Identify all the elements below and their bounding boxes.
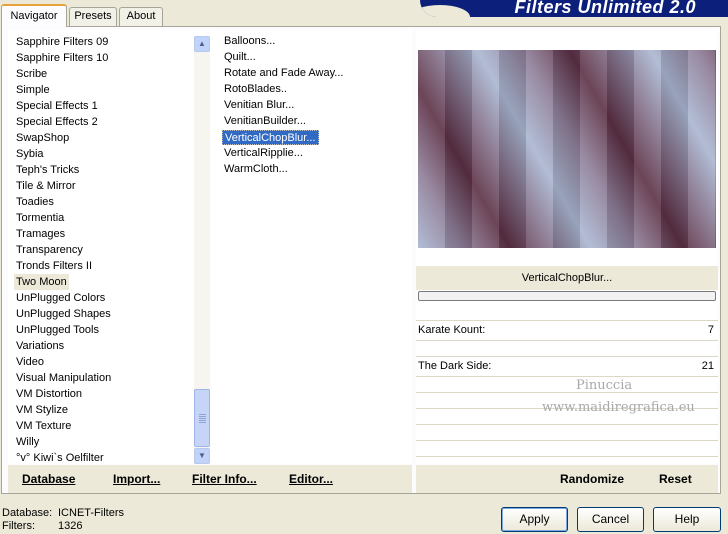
category-item[interactable]: Sapphire Filters 09 <box>14 34 110 50</box>
tab-presets[interactable]: Presets <box>69 7 117 26</box>
cancel-button[interactable]: Cancel <box>577 507 644 532</box>
category-item-selected[interactable]: Two Moon <box>14 274 69 290</box>
status-database-label: Database: <box>2 507 53 519</box>
category-item[interactable]: Sybia <box>14 146 46 162</box>
tab-about[interactable]: About <box>119 7 163 26</box>
reset-button[interactable]: Reset <box>659 472 692 486</box>
category-item[interactable]: Tramages <box>14 226 67 242</box>
editor-button[interactable]: Editor... <box>289 472 333 486</box>
category-item[interactable]: Simple <box>14 82 52 98</box>
param-label-karate-kount: Karate Kount: <box>418 324 486 336</box>
param-value-dark-side[interactable]: 21 <box>702 360 714 372</box>
progress-bar <box>418 291 716 301</box>
category-item[interactable]: Visual Manipulation <box>14 370 113 386</box>
param-divider <box>416 376 718 377</box>
filter-item[interactable]: Quilt... <box>222 50 258 65</box>
watermark-url: www.maidiregrafica.eu <box>542 400 695 415</box>
filter-item[interactable]: Venitian Blur... <box>222 98 296 113</box>
selected-filter-name: VerticalChopBlur... <box>416 266 718 290</box>
param-action-bar: Randomize Reset <box>416 465 718 493</box>
category-item[interactable]: UnPlugged Colors <box>14 290 107 306</box>
status-filters-label: Filters: <box>2 520 35 532</box>
app-banner: Filters Unlimited 2.0 <box>420 0 728 17</box>
category-item[interactable]: Toadies <box>14 194 56 210</box>
category-item[interactable]: Video <box>14 354 46 370</box>
param-divider <box>416 440 718 441</box>
param-divider <box>416 392 718 393</box>
category-item[interactable]: Transparency <box>14 242 85 258</box>
category-item[interactable]: Sapphire Filters 10 <box>14 50 110 66</box>
category-list[interactable]: Sapphire Filters 09 Sapphire Filters 10 … <box>8 30 210 466</box>
category-item[interactable]: Tormentia <box>14 210 66 226</box>
category-scrollbar[interactable]: ▲ ▼ <box>194 36 210 464</box>
category-item[interactable]: UnPlugged Shapes <box>14 306 113 322</box>
scroll-up-arrow-icon[interactable]: ▲ <box>194 36 210 52</box>
category-item[interactable]: Teph's Tricks <box>14 162 81 178</box>
status-database-value: ICNET-Filters <box>58 507 124 519</box>
scroll-down-arrow-icon[interactable]: ▼ <box>194 448 210 464</box>
category-item[interactable]: Scribe <box>14 66 49 82</box>
status-filters-value: 1326 <box>58 520 83 532</box>
import-button[interactable]: Import... <box>113 472 160 486</box>
navigator-panel: Sapphire Filters 09 Sapphire Filters 10 … <box>1 26 721 494</box>
param-value-karate-kount[interactable]: 7 <box>708 324 714 336</box>
category-item[interactable]: VM Stylize <box>14 402 70 418</box>
help-button[interactable]: Help <box>653 507 721 532</box>
category-item[interactable]: UnPlugged Tools <box>14 322 101 338</box>
watermark-name: Pinuccia <box>576 378 633 393</box>
tab-navigator[interactable]: Navigator <box>1 4 67 27</box>
category-item[interactable]: VM Distortion <box>14 386 84 402</box>
param-divider <box>416 340 718 341</box>
category-item[interactable]: Special Effects 1 <box>14 98 100 114</box>
category-item[interactable]: Tronds Filters II <box>14 258 94 274</box>
grip-icon <box>199 414 206 423</box>
filter-item[interactable]: Balloons... <box>222 34 277 49</box>
filter-item[interactable]: VerticalRipplie... <box>222 146 305 161</box>
navigator-action-bar: Database Import... Filter Info... Editor… <box>8 465 412 493</box>
filter-item-selected[interactable]: VerticalChopBlur... <box>222 130 319 145</box>
filter-info-button[interactable]: Filter Info... <box>192 472 257 486</box>
category-item[interactable]: SwapShop <box>14 130 71 146</box>
database-button[interactable]: Database <box>22 472 75 486</box>
tab-strip: Navigator Presets About <box>0 0 420 27</box>
filter-item[interactable]: VenitianBuilder... <box>222 114 308 129</box>
category-item[interactable]: VM Texture <box>14 418 73 434</box>
filter-item[interactable]: RotoBlades.. <box>222 82 289 97</box>
preview-pane: VerticalChopBlur... Karate Kount: 7 The … <box>416 30 718 464</box>
category-item[interactable]: °v° Kiwi`s Oelfilter <box>14 450 106 466</box>
param-divider <box>416 424 718 425</box>
scroll-thumb[interactable] <box>194 389 210 447</box>
param-divider <box>416 356 718 357</box>
filter-item[interactable]: Rotate and Fade Away... <box>222 66 345 81</box>
param-label-dark-side: The Dark Side: <box>418 360 492 372</box>
category-item[interactable]: Special Effects 2 <box>14 114 100 130</box>
randomize-button[interactable]: Randomize <box>560 472 624 486</box>
preview-image <box>418 50 716 248</box>
app-title: Filters Unlimited 2.0 <box>514 0 696 17</box>
category-item[interactable]: Tile & Mirror <box>14 178 77 194</box>
param-divider <box>416 456 718 457</box>
category-item[interactable]: Variations <box>14 338 66 354</box>
filter-item[interactable]: WarmCloth... <box>222 162 290 177</box>
filter-list[interactable]: Balloons... Quilt... Rotate and Fade Awa… <box>210 30 412 464</box>
apply-button[interactable]: Apply <box>501 507 568 532</box>
param-divider <box>416 320 718 321</box>
category-item[interactable]: Willy <box>14 434 41 450</box>
